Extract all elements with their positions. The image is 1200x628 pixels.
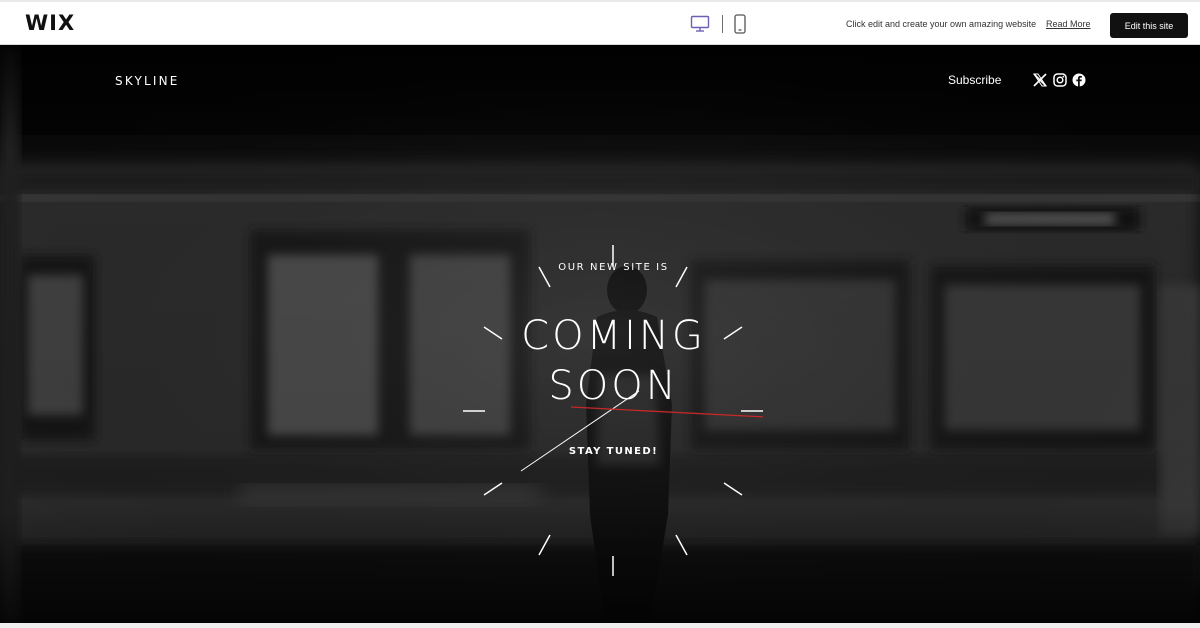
- hero-headline-line1: COMING: [521, 313, 706, 359]
- page-bottom-strip: [0, 623, 1200, 628]
- x-icon[interactable]: [1033, 73, 1047, 87]
- wix-logo[interactable]: WIX: [25, 11, 75, 35]
- site-logo[interactable]: SKYLINE: [115, 74, 180, 88]
- editor-promo-text: Click edit and create your own amazing w…: [846, 19, 1037, 29]
- hero-tagline: STAY TUNED!: [568, 446, 659, 457]
- facebook-icon[interactable]: [1072, 73, 1086, 87]
- device-divider: [722, 15, 723, 33]
- instagram-icon[interactable]: [1053, 73, 1067, 87]
- wix-top-bar: WIX Click edit and create your own amazi…: [0, 0, 1200, 45]
- hero-headline-line2: SOON: [548, 363, 679, 409]
- desktop-monitor-icon[interactable]: [690, 15, 710, 33]
- sunburst-decoration: [463, 245, 763, 576]
- edit-site-button[interactable]: Edit this site: [1110, 13, 1188, 38]
- read-more-link[interactable]: Read More: [1046, 19, 1091, 29]
- subscribe-link[interactable]: Subscribe: [948, 73, 1001, 87]
- mobile-phone-icon[interactable]: [733, 14, 747, 34]
- hero-eyebrow: OUR NEW SITE IS: [558, 262, 669, 273]
